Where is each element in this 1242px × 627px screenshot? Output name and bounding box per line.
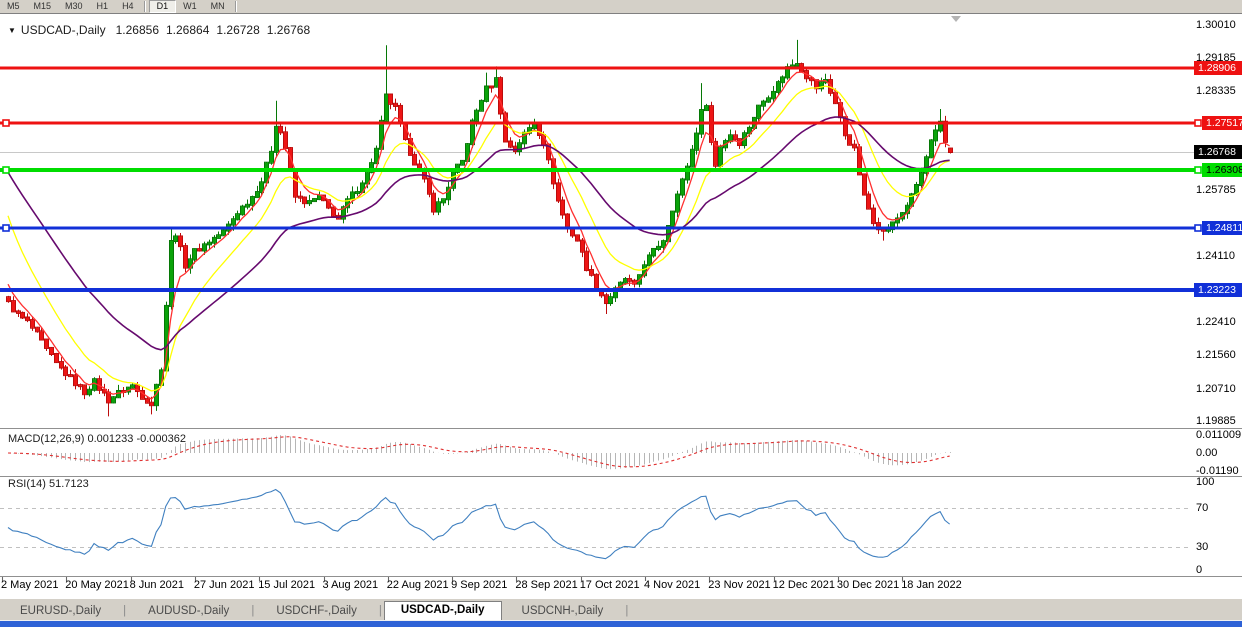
date-axis-label: 17 Oct 2021 xyxy=(580,579,640,591)
price-chart-canvas[interactable] xyxy=(0,14,1242,598)
timeframe-button-w1[interactable]: W1 xyxy=(176,0,204,13)
price-line-badge-1-24811: 1.24811 xyxy=(1202,221,1242,235)
current-price-badge-1-26768: 1.26768 xyxy=(1194,145,1242,159)
tab-eurusd[interactable]: EURUSD-,Daily xyxy=(0,603,121,620)
price-axis-tick: 1.20710 xyxy=(1196,383,1236,395)
price-line-badge-1-26308: 1.26308 xyxy=(1202,163,1242,177)
date-axis-label: 30 Dec 2021 xyxy=(837,579,899,591)
indicator-axis-tick: 70 xyxy=(1196,502,1208,514)
tab-usdcad[interactable]: USDCAD-,Daily xyxy=(384,601,502,620)
tab-audusd[interactable]: AUDUSD-,Daily xyxy=(128,603,249,620)
price-axis-tick: 1.22410 xyxy=(1196,316,1236,328)
rsi-value: 51.7123 xyxy=(49,478,89,490)
timeframe-button-m30[interactable]: M30 xyxy=(58,0,90,13)
price-axis-tick: 1.25785 xyxy=(1196,184,1236,196)
chart-window[interactable]: ▼ USDCAD-,Daily 1.26856 1.26864 1.26728 … xyxy=(0,14,1242,598)
price-axis-tick: 1.30010 xyxy=(1196,19,1236,31)
price-axis-tick: 1.21560 xyxy=(1196,349,1236,361)
tab-separator: | xyxy=(249,605,256,620)
price-line-badge-1-28906: 1.28906 xyxy=(1194,61,1242,75)
toolbar-separator xyxy=(144,1,146,12)
date-axis-label: 4 Nov 2021 xyxy=(644,579,700,591)
macd-indicator-label: MACD(12,26,9) 0.001233 -0.000362 xyxy=(8,433,186,445)
tab-separator: | xyxy=(377,605,384,620)
date-axis-label: 9 Sep 2021 xyxy=(451,579,507,591)
tab-usdcnh[interactable]: USDCNH-,Daily xyxy=(502,603,624,620)
timeframe-button-h4[interactable]: H4 xyxy=(115,0,141,13)
date-axis-label: 22 Aug 2021 xyxy=(387,579,449,591)
chart-shift-marker-icon[interactable] xyxy=(951,16,961,22)
symbol-dropdown-icon[interactable]: ▼ xyxy=(8,26,16,35)
date-axis-label: 3 Aug 2021 xyxy=(323,579,379,591)
date-axis-label: 15 Jul 2021 xyxy=(258,579,315,591)
timeframe-toolbar: M5M15M30H1H4 D1W1MN xyxy=(0,0,1242,14)
indicator-axis-tick: 30 xyxy=(1196,541,1208,553)
timeframe-button-m5[interactable]: M5 xyxy=(0,0,27,13)
price-axis-tick: 1.19885 xyxy=(1196,415,1236,427)
date-axis-label: 20 May 2021 xyxy=(65,579,129,591)
timeframe-button-h1[interactable]: H1 xyxy=(90,0,116,13)
ohlc-open: 1.26856 xyxy=(116,23,159,37)
tab-separator: | xyxy=(121,605,128,620)
date-axis-label: 8 Jun 2021 xyxy=(130,579,184,591)
ohlc-high: 1.26864 xyxy=(166,23,209,37)
chart-symbol-label: USDCAD-,Daily xyxy=(21,23,106,37)
indicator-axis-tick: 100 xyxy=(1196,476,1214,488)
date-axis-label: 27 Jun 2021 xyxy=(194,579,255,591)
date-axis-label: 28 Sep 2021 xyxy=(515,579,577,591)
timeframe-button-d1[interactable]: D1 xyxy=(149,0,177,13)
date-axis-label: 2 May 2021 xyxy=(1,579,58,591)
price-axis-tick: 1.24110 xyxy=(1196,250,1235,262)
timeframe-button-mn[interactable]: MN xyxy=(204,0,232,13)
indicator-axis-tick: 0 xyxy=(1196,564,1202,576)
ohlc-low: 1.26728 xyxy=(216,23,259,37)
ohlc-close: 1.26768 xyxy=(267,23,310,37)
tab-usdchf[interactable]: USDCHF-,Daily xyxy=(256,603,377,620)
price-line-badge-1-23223: 1.23223 xyxy=(1194,283,1242,297)
price-axis-tick: 1.28335 xyxy=(1196,85,1236,97)
macd-signal-value: -0.000362 xyxy=(136,433,186,445)
date-axis-label: 23 Nov 2021 xyxy=(708,579,770,591)
chart-tab-bar: EURUSD-,Daily|AUDUSD-,Daily|USDCHF-,Dail… xyxy=(0,598,1242,620)
indicator-axis-tick: 0.011009 xyxy=(1196,429,1241,441)
toolbar-separator xyxy=(235,1,237,12)
timeframe-button-m15[interactable]: M15 xyxy=(27,0,59,13)
rsi-indicator-label: RSI(14) 51.7123 xyxy=(8,478,89,490)
date-axis-label: 18 Jan 2022 xyxy=(901,579,962,591)
indicator-axis-tick: 0.00 xyxy=(1196,447,1217,459)
macd-value: 0.001233 xyxy=(87,433,133,445)
chart-title: ▼ USDCAD-,Daily 1.26856 1.26864 1.26728 … xyxy=(8,23,317,37)
tab-separator: | xyxy=(623,605,630,620)
date-axis-label: 12 Dec 2021 xyxy=(773,579,835,591)
price-line-badge-1-27517: 1.27517 xyxy=(1202,116,1242,130)
